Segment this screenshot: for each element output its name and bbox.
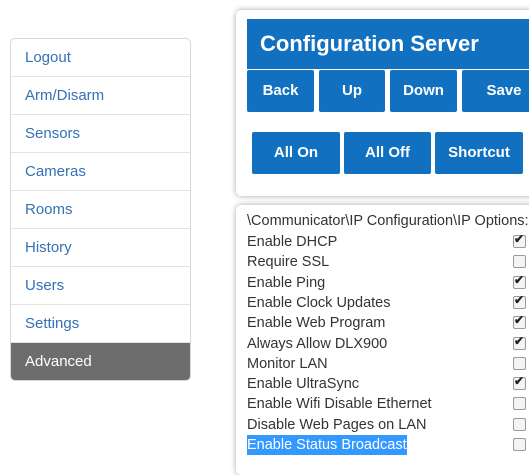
- back-button[interactable]: Back: [247, 70, 314, 112]
- checkmark-icon: ✔: [514, 313, 525, 328]
- save-button[interactable]: Save: [462, 70, 529, 112]
- options-panel: \Communicator\IP Configuration\IP Option…: [236, 205, 529, 475]
- checkmark-icon: ✔: [514, 232, 525, 246]
- option-row-enable-clock-updates: Enable Clock Updates ✔: [247, 293, 526, 313]
- option-checkbox-require-ssl[interactable]: [513, 255, 526, 269]
- option-checkbox-enable-ping[interactable]: ✔: [513, 272, 526, 289]
- all-on-button[interactable]: All On: [252, 132, 340, 174]
- config-panel: Configuration Server Back Up Down Save A…: [236, 10, 529, 196]
- config-title: Configuration Server: [247, 19, 529, 69]
- shortcut-button[interactable]: Shortcut: [435, 132, 523, 174]
- nav-item-users[interactable]: Users: [11, 267, 190, 305]
- nav-item-settings[interactable]: Settings: [11, 305, 190, 343]
- checkmark-icon: ✔: [514, 333, 525, 348]
- nav-item-sensors[interactable]: Sensors: [11, 115, 190, 153]
- option-row-always-allow-dlx900: Always Allow DLX900 ✔: [247, 334, 526, 354]
- options-path: \Communicator\IP Configuration\IP Option…: [247, 213, 529, 229]
- all-off-button[interactable]: All Off: [344, 132, 431, 174]
- option-checkbox-disable-web-pages-on-lan[interactable]: [513, 417, 526, 431]
- option-checkbox-enable-wifi-disable-ethernet[interactable]: [513, 397, 526, 411]
- option-checkbox-enable-ultrasync[interactable]: ✔: [513, 374, 526, 391]
- option-checkbox-always-allow-dlx900[interactable]: ✔: [513, 333, 526, 350]
- up-button[interactable]: Up: [319, 70, 385, 112]
- option-checkbox-enable-clock-updates[interactable]: ✔: [513, 292, 526, 309]
- checkmark-icon: ✔: [514, 374, 525, 389]
- option-label: Always Allow DLX900: [247, 335, 388, 352]
- option-label: Disable Web Pages on LAN: [247, 416, 427, 433]
- option-row-enable-ultrasync: Enable UltraSync ✔: [247, 374, 526, 394]
- option-row-enable-dhcp: Enable DHCP ✔: [247, 232, 526, 252]
- checkmark-icon: ✔: [514, 272, 525, 287]
- nav-item-arm-disarm[interactable]: Arm/Disarm: [11, 77, 190, 115]
- option-label: Enable Status Broadcast: [247, 435, 407, 455]
- option-row-enable-web-program: Enable Web Program ✔: [247, 313, 526, 333]
- nav-item-history[interactable]: History: [11, 229, 190, 267]
- nav-item-rooms[interactable]: Rooms: [11, 191, 190, 229]
- option-label: Enable Ping: [247, 274, 326, 291]
- option-row-monitor-lan: Monitor LAN: [247, 354, 526, 374]
- option-label: Enable Wifi Disable Ethernet: [247, 396, 432, 413]
- option-checkbox-monitor-lan[interactable]: [513, 356, 526, 370]
- option-row-enable-wifi-disable-ethernet: Enable Wifi Disable Ethernet: [247, 394, 526, 414]
- option-label: Enable DHCP: [247, 234, 338, 250]
- option-label: Monitor LAN: [247, 355, 328, 372]
- down-button[interactable]: Down: [390, 70, 457, 112]
- checkmark-icon: ✔: [514, 292, 525, 307]
- option-checkbox-enable-status-broadcast[interactable]: [513, 438, 526, 451]
- option-row-require-ssl: Require SSL: [247, 252, 526, 272]
- nav-item-logout[interactable]: Logout: [11, 39, 190, 77]
- nav-item-advanced[interactable]: Advanced: [11, 343, 190, 380]
- side-nav: Logout Arm/Disarm Sensors Cameras Rooms …: [10, 38, 191, 381]
- option-row-enable-status-broadcast: Enable Status Broadcast: [247, 435, 526, 455]
- option-checkbox-enable-dhcp[interactable]: ✔: [513, 232, 526, 248]
- option-label: Enable Web Program: [247, 315, 386, 332]
- option-row-enable-ping: Enable Ping ✔: [247, 273, 526, 293]
- option-checkbox-enable-web-program[interactable]: ✔: [513, 313, 526, 330]
- option-label: Enable Clock Updates: [247, 294, 391, 311]
- option-label: Require SSL: [247, 254, 330, 271]
- option-label: Enable UltraSync: [247, 376, 360, 393]
- option-row-disable-web-pages-on-lan: Disable Web Pages on LAN: [247, 415, 526, 435]
- nav-item-cameras[interactable]: Cameras: [11, 153, 190, 191]
